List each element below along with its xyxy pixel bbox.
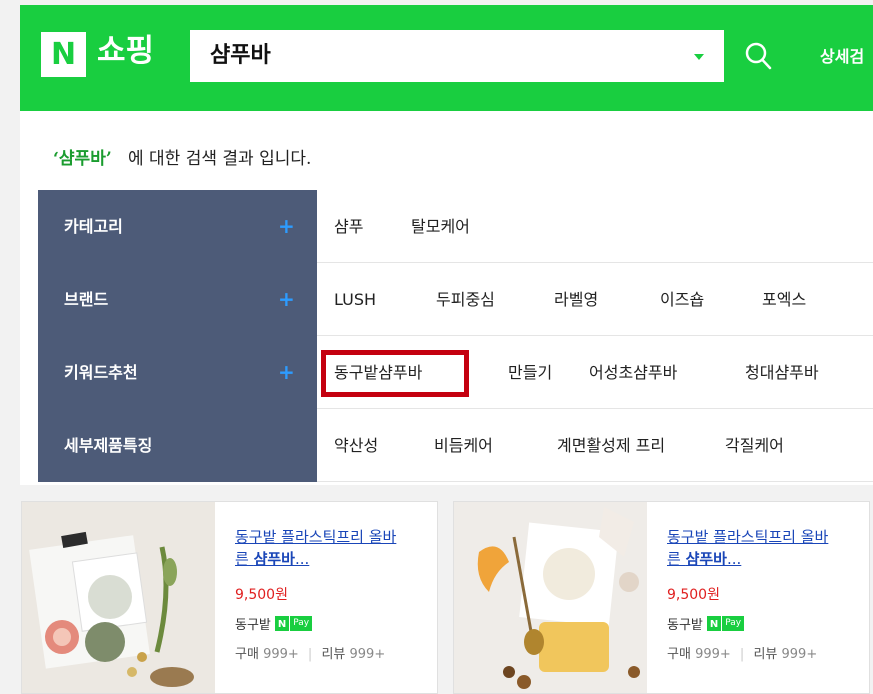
- filter-chip[interactable]: LUSH: [334, 263, 376, 336]
- product-thumbnail[interactable]: [454, 502, 647, 693]
- filter-chip[interactable]: 만들기: [508, 336, 552, 409]
- stats-divider: |: [307, 647, 313, 662]
- filter-label-brand: 브랜드: [38, 263, 317, 336]
- product-title-ellipsis[interactable]: ...: [727, 550, 741, 568]
- product-seller-row: 동구밭 N Pay: [235, 614, 430, 633]
- filter-items: 약산성 비듬케어 계면활성제 프리 각질케어: [317, 409, 873, 482]
- naver-logo-icon[interactable]: N: [41, 32, 86, 77]
- filter-label-category: 카테고리: [38, 190, 317, 263]
- product-image-icon: [22, 502, 215, 693]
- filter-row-brand: 브랜드 + LUSH 두피중심 라벨영 이즈숍 포엑스: [38, 263, 873, 336]
- result-keyword: ‘샴푸바’: [53, 149, 112, 169]
- filter-chip[interactable]: 포엑스: [762, 263, 806, 336]
- search-input[interactable]: 샴푸바: [190, 30, 724, 82]
- filter-chip-highlighted[interactable]: 동구밭샴푸바: [334, 336, 422, 409]
- search-icon: [745, 42, 772, 70]
- product-title-keyword[interactable]: 샴푸바: [686, 550, 727, 568]
- product-title-ellipsis[interactable]: ...: [295, 550, 309, 568]
- filter-chip[interactable]: 약산성: [334, 409, 378, 482]
- npay-n: N: [274, 616, 290, 631]
- product-title-pre[interactable]: 른: [667, 550, 686, 568]
- purchase-count: 999+: [695, 647, 731, 662]
- product-title-link[interactable]: 동구밭 플라스틱프리 올바 른 샴푸바...: [667, 526, 862, 570]
- filter-row-features: 세부제품특징 약산성 비듬케어 계면활성제 프리 각질케어: [38, 409, 873, 482]
- product-card[interactable]: 동구밭 플라스틱프리 올바 른 샴푸바... 9,500원 동구밭 N Pay …: [453, 501, 870, 694]
- review-label[interactable]: 리뷰: [321, 647, 345, 662]
- product-stats: 구매 999+ | 리뷰 999+: [667, 643, 862, 662]
- review-count[interactable]: 999+: [782, 647, 818, 662]
- product-title-line1[interactable]: 동구밭 플라스틱프리 올바: [667, 528, 828, 546]
- filter-chip[interactable]: 탈모케어: [411, 190, 470, 263]
- filter-label-features: 세부제품특징: [38, 409, 317, 482]
- filter-chip[interactable]: 청대샴푸바: [745, 336, 819, 409]
- filter-chip[interactable]: 이즈숍: [660, 263, 704, 336]
- product-card[interactable]: 동구밭 플라스틱프리 올바 른 샴푸바... 9,500원 동구밭 N Pay …: [21, 501, 438, 694]
- filter-items: LUSH 두피중심 라벨영 이즈숍 포엑스: [317, 263, 873, 336]
- product-thumbnail[interactable]: [22, 502, 215, 693]
- plus-icon[interactable]: +: [278, 190, 295, 263]
- filter-chip[interactable]: 두피중심: [436, 263, 495, 336]
- filter-label-keyword: 키워드추천: [38, 336, 317, 409]
- filter-chip[interactable]: 어성초샴푸바: [589, 336, 677, 409]
- filter-chip[interactable]: 샴푸: [334, 190, 363, 263]
- detail-search-link[interactable]: 상세검: [820, 43, 864, 67]
- purchase-label: 구매: [235, 647, 259, 662]
- filter-items: 샴푸 탈모케어: [317, 190, 873, 263]
- filter-panel: ‘샴푸바’ 에 대한 검색 결과 입니다. 카테고리 + 샴푸 탈모케어 브랜드…: [20, 111, 873, 485]
- product-title-keyword[interactable]: 샴푸바: [254, 550, 295, 568]
- npay-pay: Pay: [290, 616, 313, 631]
- filter-chip[interactable]: 라벨영: [554, 263, 598, 336]
- review-count[interactable]: 999+: [350, 647, 386, 662]
- product-price: 9,500원: [667, 587, 720, 603]
- product-stats: 구매 999+ | 리뷰 999+: [235, 643, 430, 662]
- plus-icon[interactable]: +: [278, 336, 295, 409]
- filter-row-keyword: 키워드추천 + 동구밭샴푸바 만들기 어성초샴푸바 청대샴푸바: [38, 336, 873, 409]
- npay-pay: Pay: [722, 616, 745, 631]
- product-price: 9,500원: [235, 587, 288, 603]
- product-title-link[interactable]: 동구밭 플라스틱프리 올바 른 샴푸바...: [235, 526, 430, 570]
- filter-chip[interactable]: 계면활성제 프리: [557, 409, 665, 482]
- product-info: 동구밭 플라스틱프리 올바 른 샴푸바... 9,500원 동구밭 N Pay …: [667, 526, 862, 662]
- shopping-logo-text[interactable]: 쇼핑: [97, 29, 154, 73]
- npay-badge-icon: N Pay: [274, 616, 313, 631]
- npay-badge-icon: N Pay: [706, 616, 745, 631]
- filter-rows: 카테고리 + 샴푸 탈모케어 브랜드 + LUSH 두피중심 라벨영 이즈숍 포…: [38, 190, 873, 482]
- plus-icon[interactable]: +: [278, 263, 295, 336]
- search-button[interactable]: [724, 30, 794, 82]
- purchase-count: 999+: [263, 647, 299, 662]
- seller-name[interactable]: 동구밭: [235, 614, 271, 633]
- product-info: 동구밭 플라스틱프리 올바 른 샴푸바... 9,500원 동구밭 N Pay …: [235, 526, 430, 662]
- filter-chip[interactable]: 각질케어: [725, 409, 784, 482]
- result-suffix: 에 대한 검색 결과 입니다.: [127, 149, 312, 169]
- purchase-label: 구매: [667, 647, 691, 662]
- filter-row-category: 카테고리 + 샴푸 탈모케어: [38, 190, 873, 263]
- dropdown-arrow-icon[interactable]: [694, 54, 704, 60]
- header-bar: N 쇼핑 샴푸바 상세검: [20, 5, 873, 111]
- stats-divider: |: [739, 647, 745, 662]
- seller-name[interactable]: 동구밭: [667, 614, 703, 633]
- product-title-pre[interactable]: 른: [235, 550, 254, 568]
- search-result-message: ‘샴푸바’ 에 대한 검색 결과 입니다.: [53, 144, 311, 169]
- product-seller-row: 동구밭 N Pay: [667, 614, 862, 633]
- npay-n: N: [706, 616, 722, 631]
- search-input-value[interactable]: 샴푸바: [210, 30, 271, 82]
- product-title-line1[interactable]: 동구밭 플라스틱프리 올바: [235, 528, 396, 546]
- review-label[interactable]: 리뷰: [753, 647, 777, 662]
- product-image-icon: [454, 502, 647, 693]
- filter-items: 동구밭샴푸바 만들기 어성초샴푸바 청대샴푸바: [317, 336, 873, 409]
- filter-chip[interactable]: 비듬케어: [434, 409, 493, 482]
